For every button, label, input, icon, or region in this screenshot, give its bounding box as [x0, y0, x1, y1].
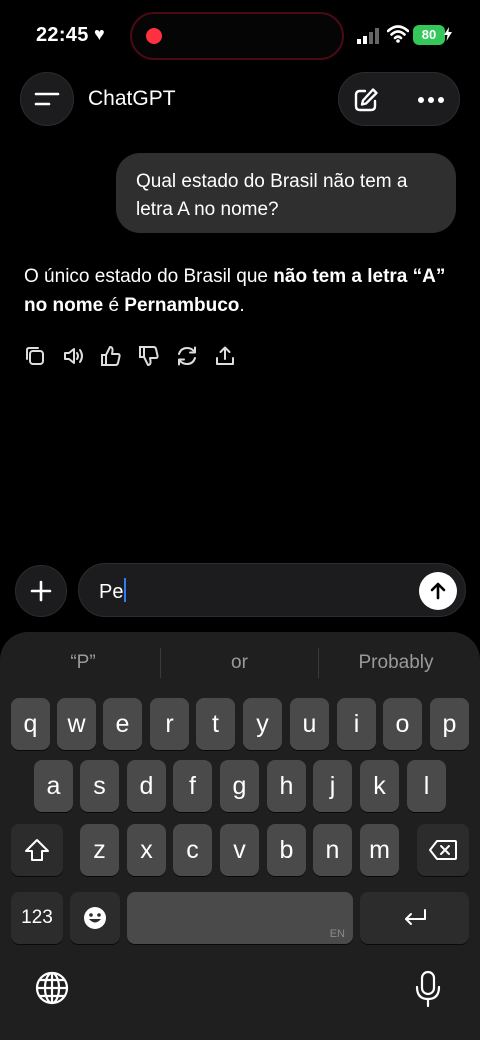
battery-indicator: 80	[413, 25, 445, 45]
charging-bolt-icon	[444, 27, 452, 41]
new-chat-button[interactable]	[351, 85, 381, 115]
key-p[interactable]: p	[430, 698, 469, 750]
answer-text: é	[103, 295, 125, 316]
status-bar: 22:45 ♥ 80	[0, 0, 480, 72]
backspace-icon	[429, 840, 457, 860]
more-icon	[418, 97, 444, 103]
key-o[interactable]: o	[383, 698, 422, 750]
key-b[interactable]: b	[267, 824, 306, 876]
thumbs-up-icon	[101, 346, 121, 366]
key-f[interactable]: f	[173, 760, 212, 812]
dynamic-island[interactable]	[130, 12, 344, 60]
message-actions	[24, 344, 252, 368]
key-h[interactable]: h	[267, 760, 306, 812]
clock: 22:45	[36, 24, 89, 46]
answer-bold-text: Pernambuco	[124, 295, 240, 316]
shift-key[interactable]	[11, 824, 63, 876]
recording-dot-icon	[146, 28, 162, 44]
answer-text: O único estado do Brasil que	[24, 266, 274, 287]
suggestion-1[interactable]: “P”	[8, 646, 158, 680]
dislike-button[interactable]	[138, 344, 176, 368]
message-input-text[interactable]: Pe	[99, 578, 127, 604]
send-button[interactable]	[419, 572, 457, 610]
copy-icon	[26, 347, 44, 365]
read-aloud-icon	[64, 348, 83, 364]
key-q[interactable]: q	[11, 698, 50, 750]
space-key[interactable]: EN	[127, 892, 353, 944]
key-c[interactable]: c	[173, 824, 212, 876]
share-button[interactable]	[214, 344, 252, 368]
wifi-icon	[387, 25, 409, 43]
key-i[interactable]: i	[337, 698, 376, 750]
key-n[interactable]: n	[313, 824, 352, 876]
backspace-key[interactable]	[417, 824, 469, 876]
globe-icon[interactable]	[34, 970, 70, 1006]
key-m[interactable]: m	[360, 824, 399, 876]
focus-heart-icon: ♥	[94, 24, 105, 44]
keyboard: “P” or Probably q w e r t y u i o p a s …	[0, 632, 480, 1040]
cellular-signal-icon	[357, 28, 379, 44]
shift-icon	[25, 839, 49, 861]
thumbs-down-icon	[139, 346, 159, 366]
page-title[interactable]: ChatGPT	[88, 87, 176, 111]
plus-icon	[30, 580, 52, 602]
microphone-icon[interactable]	[414, 970, 442, 1008]
key-u[interactable]: u	[290, 698, 329, 750]
copy-button[interactable]	[24, 344, 62, 368]
regenerate-button[interactable]	[176, 344, 214, 368]
text-caret	[124, 578, 127, 602]
new-chat-icon	[354, 88, 378, 112]
suggestion-divider	[318, 648, 319, 678]
typed-text: Pe	[99, 581, 124, 603]
key-y[interactable]: y	[243, 698, 282, 750]
key-a[interactable]: a	[34, 760, 73, 812]
like-button[interactable]	[100, 344, 138, 368]
return-key[interactable]	[360, 892, 469, 944]
attach-button[interactable]	[15, 565, 67, 617]
header-actions	[338, 72, 460, 126]
return-icon	[404, 909, 426, 925]
regenerate-icon	[178, 346, 196, 366]
key-z[interactable]: z	[80, 824, 119, 876]
numbers-key[interactable]: 123	[11, 892, 63, 944]
read-aloud-button[interactable]	[62, 344, 100, 368]
emoji-key[interactable]	[70, 892, 120, 944]
key-t[interactable]: t	[196, 698, 235, 750]
key-r[interactable]: r	[150, 698, 189, 750]
key-w[interactable]: w	[57, 698, 96, 750]
key-l[interactable]: l	[407, 760, 446, 812]
suggestion-divider	[160, 648, 161, 678]
answer-text: .	[239, 295, 245, 316]
key-d[interactable]: d	[127, 760, 166, 812]
share-icon	[216, 346, 234, 365]
key-k[interactable]: k	[360, 760, 399, 812]
assistant-message: O único estado do Brasil que não tem a l…	[24, 262, 464, 320]
menu-icon	[34, 92, 60, 106]
key-v[interactable]: v	[220, 824, 259, 876]
suggestion-2[interactable]: or	[162, 646, 317, 680]
sidebar-menu-button[interactable]	[20, 72, 74, 126]
key-g[interactable]: g	[220, 760, 259, 812]
key-j[interactable]: j	[313, 760, 352, 812]
keyboard-language-label: EN	[329, 928, 345, 940]
message-input[interactable]: Pe	[78, 563, 466, 617]
key-s[interactable]: s	[80, 760, 119, 812]
suggestion-3[interactable]: Probably	[320, 646, 472, 680]
send-arrow-icon	[430, 582, 446, 600]
more-options-button[interactable]	[415, 85, 447, 115]
key-x[interactable]: x	[127, 824, 166, 876]
key-e[interactable]: e	[103, 698, 142, 750]
emoji-icon	[84, 907, 106, 929]
user-message-bubble[interactable]: Qual estado do Brasil não tem a letra A …	[116, 153, 456, 233]
